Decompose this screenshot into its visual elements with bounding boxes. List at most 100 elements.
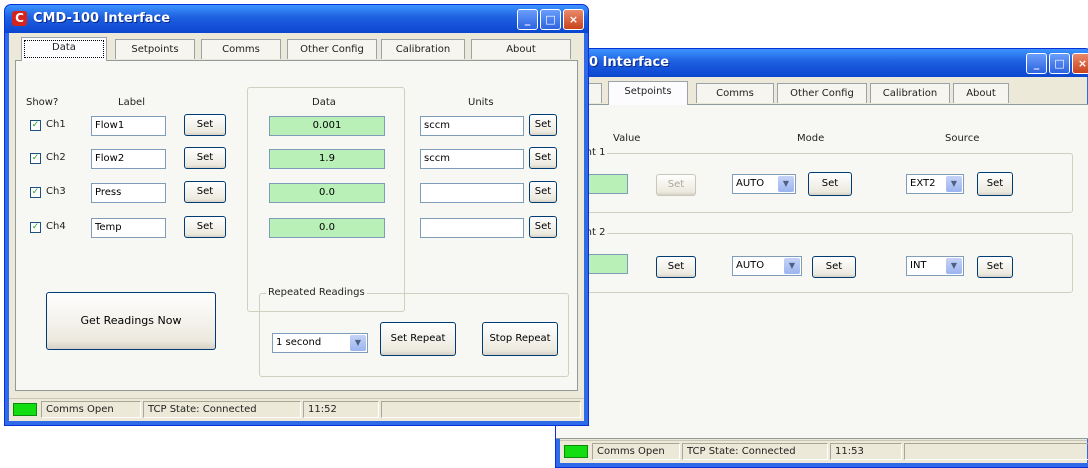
setpoints-window: CMD-100 Interface _ □ × Data Setpoints C… [555, 48, 1088, 468]
ch1-data-field: 0.001 [269, 116, 385, 136]
chevron-down-icon[interactable]: ▼ [778, 176, 794, 192]
status-tcp: TCP State: Connected [143, 401, 301, 418]
ch2-show-checkbox[interactable]: ✓ [30, 153, 41, 164]
setpoints-panel: Value Mode Source Setpoint 1 1.000 Set A… [556, 104, 1088, 439]
setpoint-2-source-select[interactable]: INT ▼ [906, 256, 964, 276]
tab-setpoints[interactable]: Setpoints [115, 39, 195, 59]
title-bar[interactable]: C CMD-100 Interface _ □ × [5, 5, 588, 33]
ch4-units-set-button[interactable]: Set [529, 216, 557, 238]
status-empty [904, 443, 1088, 460]
tab-other-config[interactable]: Other Config [287, 39, 377, 59]
close-button[interactable]: × [1072, 53, 1088, 74]
ch3-show-checkbox[interactable]: ✓ [30, 187, 41, 198]
ch4-data-field: 0.0 [269, 218, 385, 238]
setpoint-2-group: Setpoint 2 40.000 Set AUTO▼ Set INT▼ Set [556, 227, 1073, 293]
column-header-source: Source [945, 133, 980, 144]
ch3-units-set-button[interactable]: Set [529, 181, 557, 203]
comms-led-icon [13, 403, 37, 416]
close-button[interactable]: × [563, 9, 584, 30]
chevron-down-icon[interactable]: ▼ [946, 176, 962, 192]
tab-data[interactable]: Data [21, 37, 107, 61]
setpoint-2-mode-set-button[interactable]: Set [812, 256, 856, 278]
comms-led-icon [564, 445, 588, 458]
ch2-name: Ch2 [46, 152, 66, 163]
ch4-label-field[interactable]: Temp [91, 218, 166, 238]
setpoint-1-group: Setpoint 1 1.000 Set AUTO▼ Set EXT2▼ Set [556, 147, 1073, 213]
ch2-data-field: 1.9 [269, 149, 385, 169]
tab-other-config[interactable]: Other Config [777, 83, 867, 103]
ch3-label-field[interactable]: Press [91, 183, 166, 203]
ch1-units-set-button[interactable]: Set [529, 114, 557, 136]
ch1-label-set-button[interactable]: Set [184, 114, 226, 136]
setpoint-1-value-set-button[interactable]: Set [656, 174, 696, 196]
set-repeat-button[interactable]: Set Repeat [380, 322, 456, 356]
tab-about[interactable]: About [471, 39, 571, 59]
minimize-button[interactable]: _ [1026, 53, 1047, 74]
ch3-label-set-button[interactable]: Set [184, 181, 226, 203]
ch1-name: Ch1 [46, 119, 66, 130]
ch4-show-checkbox[interactable]: ✓ [30, 222, 41, 233]
setpoint-1-mode-select[interactable]: AUTO ▼ [732, 174, 796, 194]
setpoint-1-mode-set-button[interactable]: Set [808, 172, 852, 196]
setpoint-1-mode-value: AUTO [736, 178, 765, 189]
get-readings-now-button[interactable]: Get Readings Now [46, 292, 216, 350]
status-bar: Comms Open TCP State: Connected 11:53 [560, 440, 1088, 463]
maximize-button[interactable]: □ [1049, 53, 1070, 74]
setpoint-2-value-set-button[interactable]: Set [656, 256, 696, 278]
chevron-down-icon[interactable]: ▼ [350, 335, 366, 351]
tab-calibration[interactable]: Calibration [381, 39, 465, 59]
setpoint-2-source-set-button[interactable]: Set [977, 256, 1013, 278]
ch3-name: Ch3 [46, 186, 66, 197]
status-time: 11:53 [830, 443, 902, 460]
tab-strip: Data Setpoints Comms Other Config Calibr… [556, 81, 1081, 105]
ch2-label-field[interactable]: Flow2 [91, 149, 166, 169]
ch3-units-field[interactable] [420, 183, 524, 203]
ch2-label-set-button[interactable]: Set [184, 147, 226, 169]
column-header-label: Label [118, 97, 145, 108]
ch4-label-set-button[interactable]: Set [184, 216, 226, 238]
window-client: Data Setpoints Comms Other Config Calibr… [556, 77, 1088, 463]
status-comms: Comms Open [41, 401, 141, 418]
tab-calibration[interactable]: Calibration [870, 83, 950, 103]
status-bar: Comms Open TCP State: Connected 11:52 [9, 398, 584, 421]
status-tcp: TCP State: Connected [682, 443, 828, 460]
column-header-units: Units [468, 97, 494, 108]
status-comms: Comms Open [592, 443, 680, 460]
stop-repeat-button[interactable]: Stop Repeat [482, 322, 558, 356]
tab-strip: Data Setpoints Comms Other Config Calibr… [15, 37, 578, 61]
ch1-units-field[interactable]: sccm [420, 116, 524, 136]
setpoint-1-source-set-button[interactable]: Set [977, 172, 1013, 196]
repeated-readings-title: Repeated Readings [266, 287, 367, 298]
tab-about[interactable]: About [953, 83, 1009, 103]
chevron-down-icon[interactable]: ▼ [946, 258, 962, 274]
window-client: Data Setpoints Comms Other Config Calibr… [9, 33, 584, 421]
ch2-units-set-button[interactable]: Set [529, 147, 557, 169]
maximize-button[interactable]: □ [540, 9, 561, 30]
chevron-down-icon[interactable]: ▼ [784, 258, 800, 274]
setpoint-1-source-value: EXT2 [910, 178, 936, 189]
setpoint-2-mode-select[interactable]: AUTO ▼ [732, 256, 802, 276]
tab-setpoints[interactable]: Setpoints [608, 81, 688, 105]
ch4-units-field[interactable] [420, 218, 524, 238]
app-icon: C [12, 11, 27, 26]
setpoint-2-mode-value: AUTO [736, 260, 765, 271]
tab-comms[interactable]: Comms [696, 83, 774, 103]
ch2-units-field[interactable]: sccm [420, 149, 524, 169]
repeat-interval-select[interactable]: 1 second ▼ [272, 333, 368, 353]
ch1-label-field[interactable]: Flow1 [91, 116, 166, 136]
setpoint-2-source-value: INT [910, 260, 927, 271]
title-bar[interactable]: CMD-100 Interface _ □ × [556, 49, 1088, 77]
column-header-mode: Mode [797, 133, 825, 144]
ch3-data-field: 0.0 [269, 183, 385, 203]
tab-comms[interactable]: Comms [201, 39, 281, 59]
setpoint-1-source-select[interactable]: EXT2 ▼ [906, 174, 964, 194]
ch4-name: Ch4 [46, 221, 66, 232]
ch1-show-checkbox[interactable]: ✓ [30, 120, 41, 131]
status-time: 11:52 [303, 401, 379, 418]
status-empty [381, 401, 581, 418]
column-header-value: Value [613, 133, 641, 144]
repeated-readings-group: Repeated Readings 1 second ▼ Set Repeat S… [259, 287, 569, 377]
minimize-button[interactable]: _ [517, 9, 538, 30]
data-window: C CMD-100 Interface _ □ × Data Setpoints… [4, 4, 589, 426]
column-header-show: Show? [26, 97, 59, 108]
